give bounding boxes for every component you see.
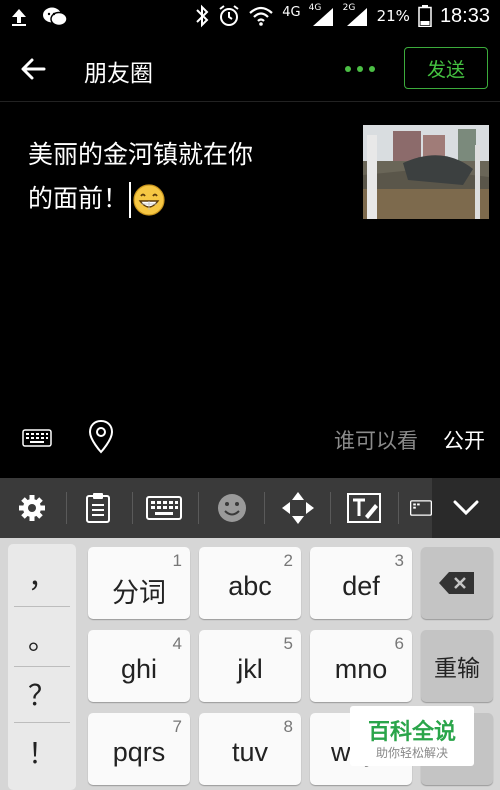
toolbar-divider xyxy=(198,492,199,524)
emoji-face-icon[interactable] xyxy=(214,490,250,526)
grin-emoji-icon xyxy=(132,184,165,216)
wechat-icon xyxy=(43,7,68,27)
key-number: 7 xyxy=(172,717,182,736)
page-title: 朋友圈 xyxy=(84,61,153,87)
key-2[interactable]: 2 abc xyxy=(199,547,301,619)
more-dot-icon xyxy=(369,66,375,72)
key-label: abc xyxy=(228,571,272,601)
compose-area: 美丽的金河镇就在你 的面前！ 谁可以看 公开 xyxy=(0,103,500,478)
key-label: ghi xyxy=(120,654,158,684)
back-arrow-icon xyxy=(21,58,46,80)
visibility-label[interactable]: 谁可以看 xyxy=(334,425,418,455)
battery-icon xyxy=(418,5,432,27)
attached-photo[interactable] xyxy=(363,125,489,219)
more-dot-icon xyxy=(345,66,351,72)
signal-4g-icon: 4G xyxy=(309,3,335,27)
punct-key-exclaim[interactable]: ！ xyxy=(8,724,76,780)
toolbar-divider xyxy=(330,492,331,524)
clock: 18:33 xyxy=(439,4,490,27)
punct-key-comma[interactable]: ， xyxy=(8,548,76,604)
toolbar-divider xyxy=(66,492,67,524)
key-number: 5 xyxy=(283,634,293,653)
collapse-keyboard-button[interactable] xyxy=(432,478,500,538)
punct-divider xyxy=(14,606,70,607)
punctuation-column: ， 。 ？ ！ xyxy=(8,544,76,790)
post-text-line1: 美丽的金河镇就在你 xyxy=(28,140,254,169)
wifi-icon xyxy=(249,6,273,26)
key-label: mno xyxy=(334,654,388,684)
key-label: def xyxy=(342,571,380,601)
toolbar-divider xyxy=(398,492,399,524)
cursor-move-icon[interactable] xyxy=(280,490,316,526)
keyboard-icon[interactable] xyxy=(22,427,52,449)
key-label: pqrs xyxy=(112,737,166,767)
photo-thumbnail xyxy=(363,125,489,219)
more-dot-icon xyxy=(357,66,363,72)
backspace-key[interactable] xyxy=(421,547,493,619)
status-bar: 4G 4G 2G 21% 18:33 xyxy=(0,0,500,36)
watermark-title: 百科全说 xyxy=(367,720,456,745)
key-3[interactable]: 3 def xyxy=(310,547,412,619)
watermark-subtitle: 助你轻松解决 xyxy=(375,746,448,760)
punct-key-question[interactable]: ？ xyxy=(8,666,76,722)
key-7[interactable]: 7 pqrs xyxy=(88,713,190,785)
key-number: 8 xyxy=(283,717,293,736)
more-tools-icon[interactable] xyxy=(410,490,432,526)
reenter-key[interactable]: 重输 xyxy=(421,630,493,702)
chevron-down-icon xyxy=(453,500,479,516)
punct-key-period[interactable]: 。 xyxy=(8,610,76,666)
clipboard-icon[interactable] xyxy=(80,490,116,526)
bluetooth-icon xyxy=(196,4,209,28)
key-number: 3 xyxy=(394,551,404,570)
signal-2g-icon: 2G xyxy=(343,3,369,27)
key-number: 4 xyxy=(172,634,182,653)
key-5[interactable]: 5 jkl xyxy=(199,630,301,702)
text-cursor xyxy=(129,182,131,218)
location-pin-icon[interactable] xyxy=(88,419,114,455)
key-1[interactable]: 1 分词 xyxy=(88,547,190,619)
watermark-logo: 百科全说 助你轻松解决 xyxy=(350,706,474,766)
ime-toolbar xyxy=(0,478,500,538)
key-number: 6 xyxy=(394,634,404,653)
more-button[interactable] xyxy=(342,58,378,80)
alarm-icon xyxy=(219,5,239,26)
post-text-line2: 的面前！ xyxy=(28,184,129,213)
network-type-label: 4G xyxy=(282,4,301,20)
toolbar-divider xyxy=(132,492,133,524)
toolbar-divider xyxy=(264,492,265,524)
back-button[interactable] xyxy=(18,54,50,84)
key-number: 1 xyxy=(172,551,182,570)
upload-icon xyxy=(12,9,26,26)
compose-toolbar: 谁可以看 公开 xyxy=(0,415,500,465)
send-button[interactable]: 发送 xyxy=(404,47,488,89)
keyboard-layout-icon[interactable] xyxy=(146,490,182,526)
text-edit-icon[interactable] xyxy=(346,490,382,526)
punct-divider xyxy=(14,722,70,723)
visibility-value[interactable]: 公开 xyxy=(443,425,485,455)
key-4[interactable]: 4 ghi xyxy=(88,630,190,702)
backspace-icon xyxy=(439,572,474,594)
key-label: tuv xyxy=(231,737,269,767)
settings-gear-icon[interactable] xyxy=(14,490,50,526)
battery-percent: 21% xyxy=(376,7,410,25)
key-label: 分词 xyxy=(112,578,166,608)
key-8[interactable]: 8 tuv xyxy=(199,713,301,785)
title-bar: 朋友圈 发送 xyxy=(0,36,500,102)
key-6[interactable]: 6 mno xyxy=(310,630,412,702)
key-number: 2 xyxy=(283,551,293,570)
key-label: jkl xyxy=(237,654,263,684)
post-text-input[interactable]: 美丽的金河镇就在你 的面前！ xyxy=(28,133,328,221)
